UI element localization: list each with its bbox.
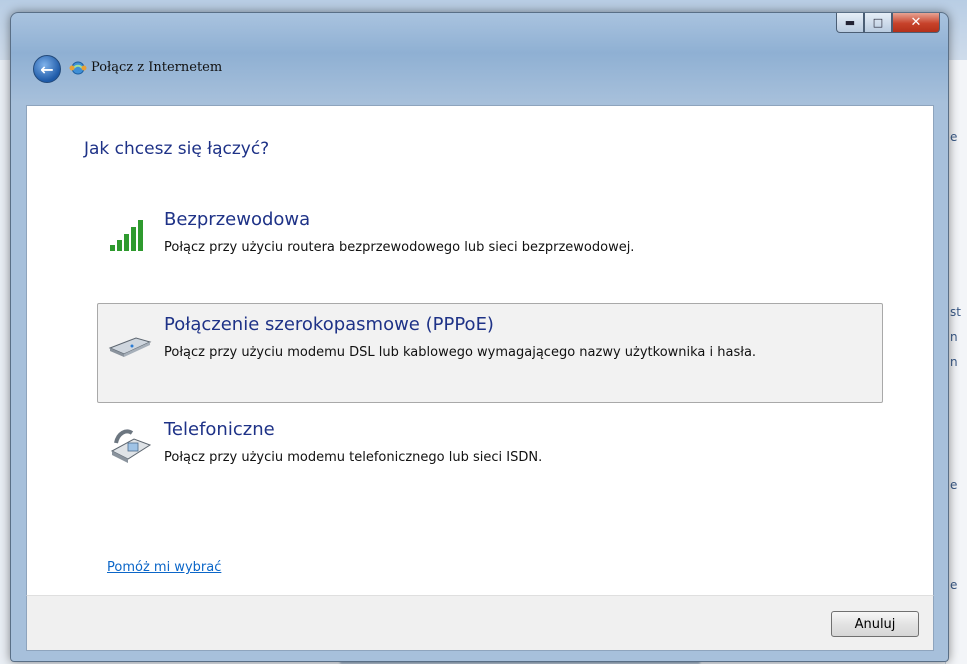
option-title: Bezprzewodowa	[164, 209, 311, 230]
broadband-modem-icon	[108, 337, 152, 357]
option-description: Połącz przy użyciu routera bezprzewodowe…	[164, 240, 635, 255]
option-title: Telefoniczne	[164, 419, 275, 440]
wireless-signal-icon	[110, 220, 143, 251]
minimize-button[interactable]: ▬	[836, 13, 864, 33]
maximize-button[interactable]: □	[864, 13, 892, 33]
option-title: Połączenie szerokopasmowe (PPPoE)	[164, 314, 494, 335]
network-globe-icon	[69, 61, 87, 75]
maximize-icon: □	[872, 16, 884, 29]
option-wireless[interactable]: Bezprzewodowa Połącz przy użyciu routera…	[97, 198, 883, 298]
page-heading: Jak chcesz się łączyć?	[84, 139, 270, 159]
title-bar: ▬ □ ✕ ← Połącz z Internetem	[11, 13, 948, 105]
window-title: Połącz z Internetem	[91, 60, 223, 75]
dialup-phone-icon	[110, 429, 152, 463]
back-arrow-icon: ←	[40, 59, 54, 79]
option-broadband-pppoe[interactable]: Połączenie szerokopasmowe (PPPoE) Połącz…	[97, 303, 883, 403]
help-me-choose-link[interactable]: Pomóż mi wybrać	[107, 560, 221, 575]
option-dialup[interactable]: Telefoniczne Połącz przy użyciu modemu t…	[97, 408, 883, 508]
close-icon: ✕	[910, 15, 922, 30]
back-button[interactable]: ←	[33, 55, 61, 83]
wizard-content: Jak chcesz się łączyć? Bezprzewodowa Poł…	[26, 105, 934, 596]
option-description: Połącz przy użyciu modemu telefonicznego…	[164, 450, 543, 465]
dialog-footer: Anuluj	[26, 595, 934, 651]
close-button[interactable]: ✕	[892, 13, 940, 33]
option-description: Połącz przy użyciu modemu DSL lub kablow…	[164, 345, 757, 360]
caption-buttons: ▬ □ ✕	[836, 13, 940, 33]
minimize-icon: ▬	[844, 16, 856, 29]
connect-to-internet-dialog: ▬ □ ✕ ← Połącz z Internetem Jak chcesz s…	[10, 12, 949, 662]
cancel-button[interactable]: Anuluj	[831, 611, 919, 637]
